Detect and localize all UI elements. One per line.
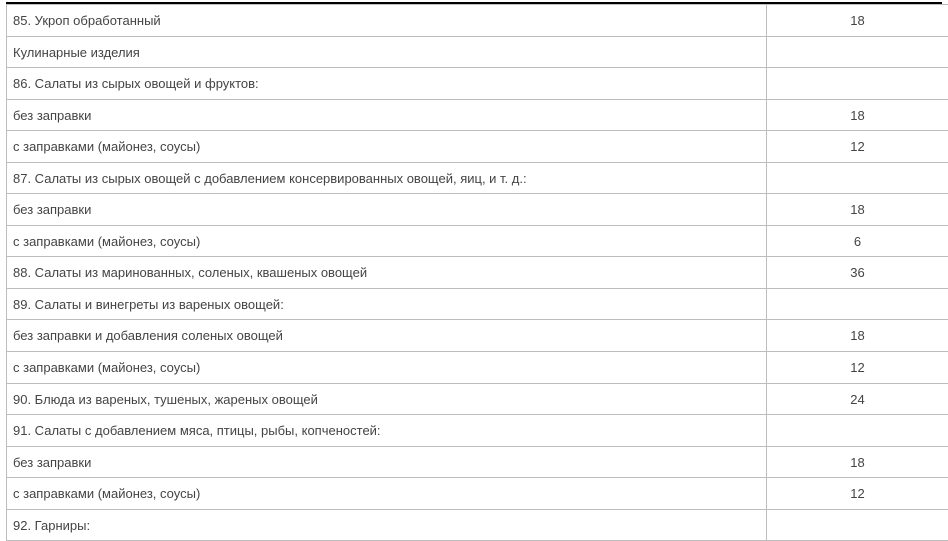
cell-name: 85. Укроп обработанный: [7, 5, 767, 37]
cell-name: с заправками (майонез, соусы): [7, 478, 767, 510]
table-row: 92. Гарниры:: [7, 509, 948, 541]
cell-hours: [767, 36, 948, 68]
cell-name: с заправками (майонез, соусы): [7, 225, 767, 257]
cell-name: 92. Гарниры:: [7, 509, 767, 541]
cell-hours: 36: [767, 257, 948, 289]
table-row: 89. Салаты и винегреты из вареных овощей…: [7, 288, 948, 320]
cell-hours: [767, 68, 948, 100]
table-row: Кулинарные изделия: [7, 36, 948, 68]
cell-hours: [767, 162, 948, 194]
cell-hours: [767, 415, 948, 447]
table-body: 85. Укроп обработанный18-«-Кулинарные из…: [7, 5, 948, 541]
table-row: с заправками (майонез, соусы)12-«-: [7, 478, 948, 510]
table-row: с заправками (майонез, соусы)6-«-: [7, 225, 948, 257]
table-row: с заправками (майонез, соусы)12-«-: [7, 352, 948, 384]
cell-name: без заправки: [7, 446, 767, 478]
cell-name: 89. Салаты и винегреты из вареных овощей…: [7, 288, 767, 320]
table-row: 86. Салаты из сырых овощей и фруктов:: [7, 68, 948, 100]
cell-hours: 6: [767, 225, 948, 257]
cell-hours: 18: [767, 99, 948, 131]
cell-name: с заправками (майонез, соусы): [7, 131, 767, 163]
table-row: 88. Салаты из маринованных, соленых, ква…: [7, 257, 948, 289]
cell-hours: 18: [767, 320, 948, 352]
table-row: без заправки18-«-: [7, 99, 948, 131]
cell-hours: 24: [767, 383, 948, 415]
table-row: с заправками (майонез, соусы)12-«-: [7, 131, 948, 163]
table-row: 90. Блюда из вареных, тушеных, жареных о…: [7, 383, 948, 415]
cell-hours: 18: [767, 446, 948, 478]
document-sheet: 85. Укроп обработанный18-«-Кулинарные из…: [6, 2, 942, 541]
table-row: 85. Укроп обработанный18-«-: [7, 5, 948, 37]
cell-hours: 12: [767, 478, 948, 510]
cell-hours: 18: [767, 194, 948, 226]
cell-name: без заправки: [7, 194, 767, 226]
table-row: без заправки18-«-: [7, 446, 948, 478]
storage-terms-table: 85. Укроп обработанный18-«-Кулинарные из…: [6, 4, 948, 541]
cell-name: 91. Салаты с добавлением мяса, птицы, ры…: [7, 415, 767, 447]
cell-name: 90. Блюда из вареных, тушеных, жареных о…: [7, 383, 767, 415]
cell-name: с заправками (майонез, соусы): [7, 352, 767, 384]
cell-name: 88. Салаты из маринованных, соленых, ква…: [7, 257, 767, 289]
cell-hours: 12: [767, 352, 948, 384]
cell-hours: 12: [767, 131, 948, 163]
cell-name: 86. Салаты из сырых овощей и фруктов:: [7, 68, 767, 100]
cell-name: 87. Салаты из сырых овощей с добавлением…: [7, 162, 767, 194]
cell-hours: [767, 288, 948, 320]
table-row: без заправки и добавления соленых овощей…: [7, 320, 948, 352]
cell-name: Кулинарные изделия: [7, 36, 767, 68]
cell-name: без заправки и добавления соленых овощей: [7, 320, 767, 352]
cell-hours: 18: [767, 5, 948, 37]
table-row: 87. Салаты из сырых овощей с добавлением…: [7, 162, 948, 194]
cell-hours: [767, 509, 948, 541]
cell-name: без заправки: [7, 99, 767, 131]
table-row: 91. Салаты с добавлением мяса, птицы, ры…: [7, 415, 948, 447]
table-row: без заправки18-«-: [7, 194, 948, 226]
